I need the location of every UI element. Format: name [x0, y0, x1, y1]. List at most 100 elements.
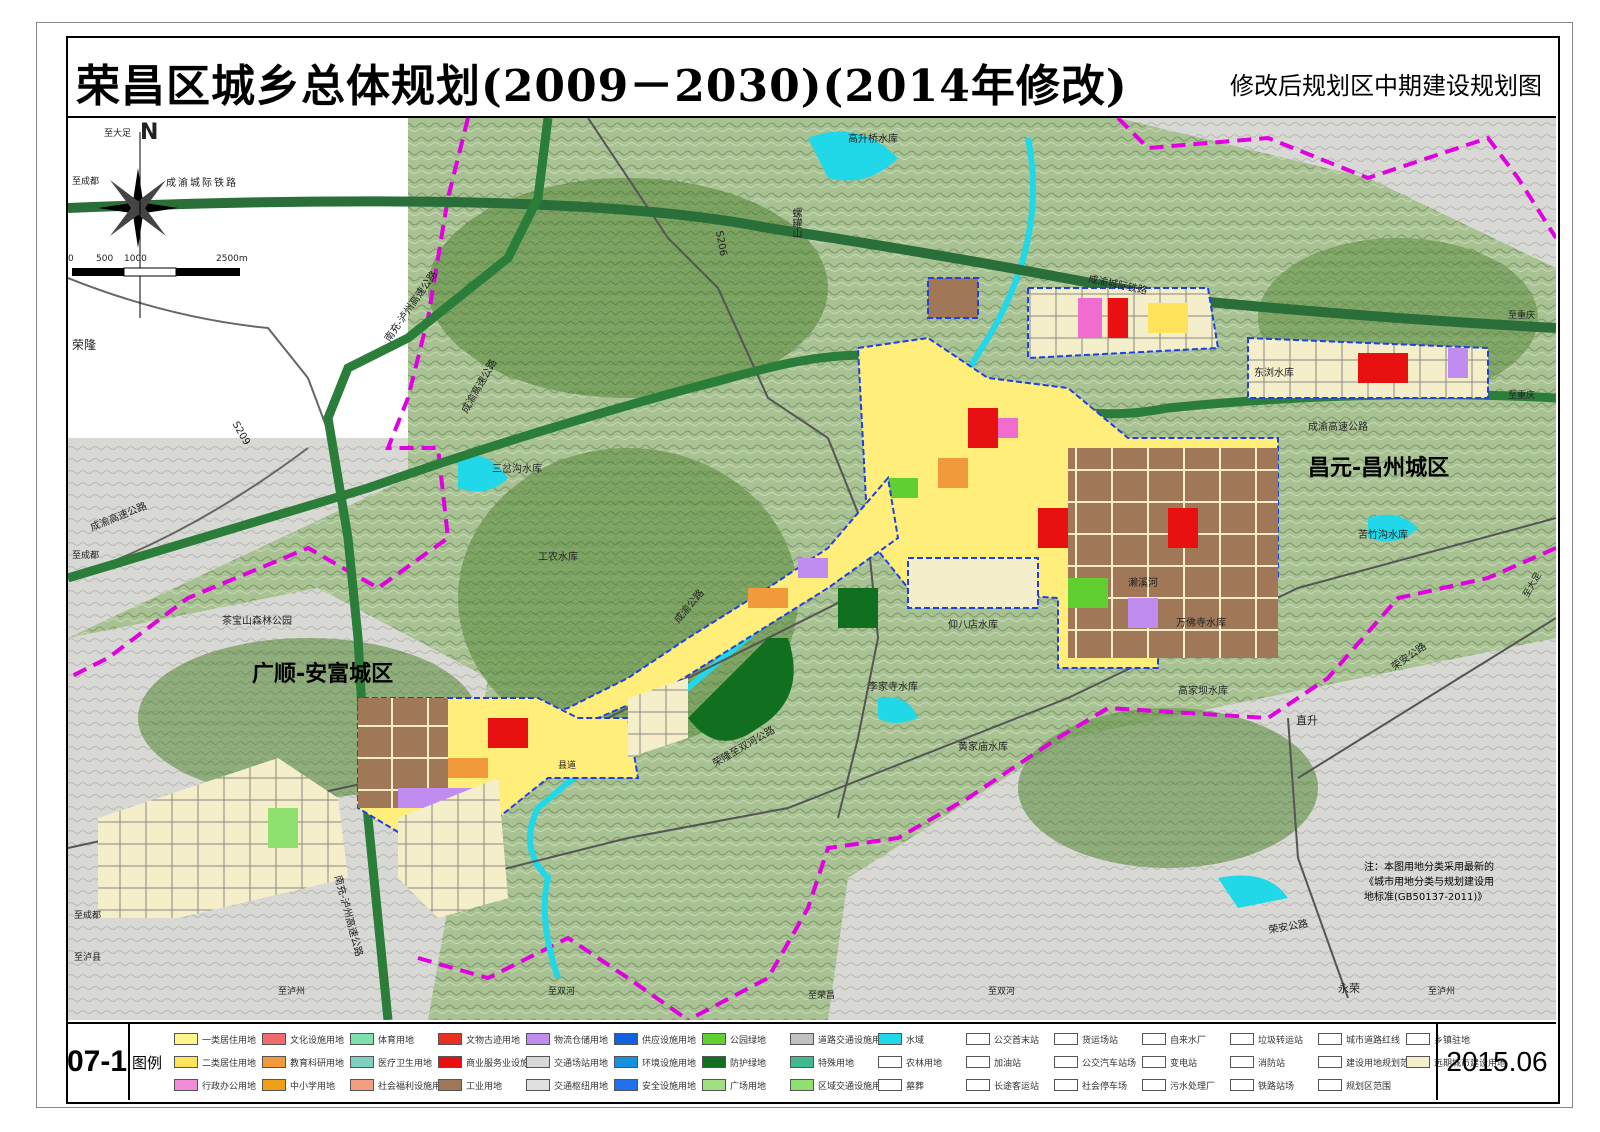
map-canvas[interactable]: N 0 500 1000 2500m 昌元-昌州城区 广顺-安富城区 荣隆 直升… [68, 118, 1556, 1020]
label-to-luxian: 至泸县 [74, 953, 102, 963]
legend-label: 交通场站用地 [554, 1058, 609, 1069]
label-to-chongqing: 至重庆 [1508, 311, 1536, 321]
legend-swatch [1230, 1033, 1254, 1045]
label-laixi: 濑溪河 [1128, 578, 1158, 589]
legend-label: 教育科研用地 [290, 1058, 345, 1069]
label-kucai: 苦竹沟水库 [1358, 530, 1408, 541]
legend-label: 社会停车场 [1082, 1081, 1128, 1092]
legend-swatch [1142, 1033, 1166, 1045]
legend-swatch [702, 1056, 726, 1068]
label-to-rongchang: 至荣昌 [808, 991, 836, 1001]
legend-label: 变电站 [1170, 1058, 1198, 1069]
legend-item: 城市道路红线 [1318, 1028, 1400, 1050]
legend-item: 公交汽车站场 [1054, 1051, 1136, 1073]
legend-item: 物流仓储用地 [526, 1028, 608, 1050]
block-admin-center [998, 418, 1018, 438]
legend-label: 二类居住用地 [202, 1058, 257, 1069]
label-gongshui: 工农水库 [538, 552, 578, 563]
legend-swatch [438, 1056, 462, 1068]
legend-swatch [1230, 1079, 1254, 1091]
legend-label: 加油站 [994, 1058, 1022, 1069]
legend-label: 广场用地 [730, 1081, 767, 1092]
legend-item: 农林用地 [878, 1051, 942, 1073]
legend-label: 文物古迹用地 [466, 1035, 521, 1046]
label-county-road: 县道 [558, 761, 577, 771]
legend-swatch [350, 1033, 374, 1045]
map-note: 注：本图用地分类采用最新的 《城市用地分类与规划建设用 地标准(GB50137-… [1364, 860, 1524, 905]
legend-swatch [790, 1056, 814, 1068]
legend-item: 体育用地 [350, 1028, 414, 1050]
legend-swatch [1318, 1079, 1342, 1091]
label-luoshan: 螺罐山 [790, 208, 801, 238]
block-protective-green [838, 588, 878, 628]
legend-item: 供应设施用地 [614, 1028, 696, 1050]
block-commercial-east-2 [1168, 508, 1198, 548]
legend-item: 公园绿地 [702, 1028, 766, 1050]
legend-label: 特殊用地 [818, 1058, 855, 1069]
scale-bar [72, 267, 240, 277]
legend-item: 社会福利设施用地 [350, 1074, 450, 1096]
legend-label: 规划区范围 [1346, 1081, 1392, 1092]
legend-label: 公交汽车站场 [1082, 1058, 1137, 1069]
legend-swatch [1054, 1033, 1078, 1045]
legend-swatch [614, 1056, 638, 1068]
label-huojiamiao: 黄家庙水库 [958, 742, 1008, 753]
legend-label: 安全设施用地 [642, 1081, 697, 1092]
block-park-east [1068, 578, 1108, 608]
legend-label: 行政办公用地 [202, 1081, 257, 1092]
legend-item: 变电站 [1142, 1051, 1197, 1073]
legend-label: 铁路站场 [1258, 1081, 1295, 1092]
legend-label: 公交首末站 [994, 1035, 1040, 1046]
legend-item: 文化设施用地 [262, 1028, 344, 1050]
legend-item: 文物古迹用地 [438, 1028, 520, 1050]
legend-item: 公交首末站 [966, 1028, 1039, 1050]
note-line-3: 地标准(GB50137-2011)》 [1364, 892, 1488, 903]
label-to-chengdu-3: 至成都 [74, 911, 102, 921]
legend-swatch [526, 1056, 550, 1068]
legend-label: 公园绿地 [730, 1035, 767, 1046]
legend-swatch [262, 1033, 286, 1045]
legend-label: 污水处理厂 [1170, 1081, 1216, 1092]
legend-label: 自来水厂 [1170, 1035, 1207, 1046]
legend-item: 消防站 [1230, 1051, 1285, 1073]
legend-label: 交通枢纽用地 [554, 1081, 609, 1092]
legend-swatch [878, 1033, 902, 1045]
legend-item: 中小学用地 [262, 1074, 335, 1096]
block-education [938, 458, 968, 488]
legend-swatch [1054, 1079, 1078, 1091]
legend-label: 长途客运站 [994, 1081, 1040, 1092]
legend-label: 中小学用地 [290, 1081, 336, 1092]
block-commercial-center [968, 408, 998, 448]
block-commercial [1108, 298, 1128, 338]
block-commercial-west [488, 718, 528, 748]
legend-swatch [174, 1033, 198, 1045]
legend-label: 农林用地 [906, 1058, 943, 1069]
place-yongrong: 永荣 [1338, 982, 1360, 995]
legend-label: 城市道路红线 [1346, 1035, 1401, 1046]
legend-item: 交通枢纽用地 [526, 1074, 608, 1096]
legend-item: 交通场站用地 [526, 1051, 608, 1073]
block-admin [1078, 298, 1102, 338]
legend-item: 安全设施用地 [614, 1074, 696, 1096]
label-to-chongqing-2: 至重庆 [1508, 391, 1536, 401]
legend-bar: 07-1 图例 一类居住用地 二类居住用地 行政办公用地 文化设施用地 教育科研用地 中小… [66, 1022, 1556, 1102]
legend-item: 广场用地 [702, 1074, 766, 1096]
legend-swatch [1230, 1056, 1254, 1068]
legend-title: 图例 [132, 1054, 163, 1072]
legend-swatch [1054, 1056, 1078, 1068]
legend-swatch [174, 1056, 198, 1068]
legend-swatch [1318, 1033, 1342, 1045]
legend-item: 社会停车场 [1054, 1074, 1127, 1096]
legend-item: 二类居住用地 [174, 1051, 256, 1073]
legend-swatch [702, 1033, 726, 1045]
legend-item: 建设用地规划范围 [1318, 1051, 1418, 1073]
scale-tick-1000: 1000 [124, 254, 147, 264]
legend-swatch [1406, 1033, 1430, 1045]
legend-label: 物流仓储用地 [554, 1035, 609, 1046]
scale-tick-0: 0 [68, 254, 74, 264]
legend-swatch [174, 1079, 198, 1091]
legend-swatch [702, 1079, 726, 1091]
sub-title: 修改后规划区中期建设规划图 [1230, 72, 1542, 100]
scale-tick-500: 500 [96, 254, 114, 264]
note-line-2: 《城市用地分类与规划建设用 [1364, 877, 1494, 888]
